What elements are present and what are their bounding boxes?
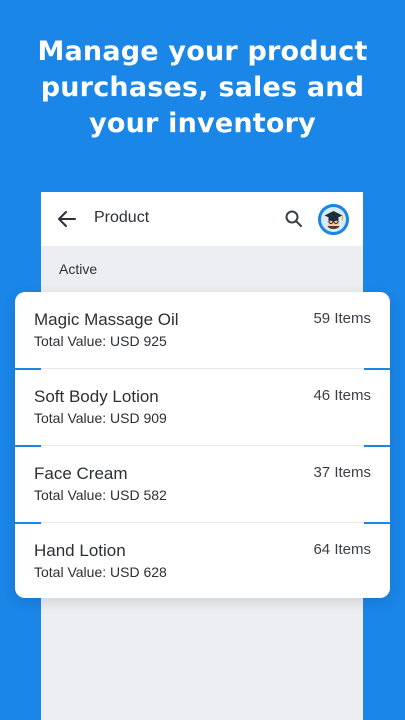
- arrow-left-icon: [58, 211, 76, 227]
- headline-line-2: purchases, sales and: [40, 72, 365, 103]
- headline-line-3: your inventory: [89, 108, 316, 139]
- row-accent-mark: [15, 522, 41, 524]
- product-name: Face Cream: [34, 464, 128, 483]
- product-item-count: 37 Items: [313, 464, 371, 481]
- product-name: Soft Body Lotion: [34, 387, 159, 406]
- list-item[interactable]: Face Cream Total Value: USD 582 37 Items: [15, 446, 390, 523]
- row-accent-mark: [15, 368, 41, 370]
- back-button[interactable]: [55, 207, 79, 231]
- headline-line-1: Manage your product: [37, 36, 368, 67]
- product-item-count: 64 Items: [313, 541, 371, 558]
- product-item-count: 46 Items: [313, 387, 371, 404]
- page-title: Product: [94, 209, 150, 226]
- row-accent-mark: [364, 445, 390, 447]
- section-label-active: Active: [59, 261, 98, 277]
- product-list: Magic Massage Oil Total Value: USD 925 5…: [15, 292, 390, 598]
- list-item[interactable]: Hand Lotion Total Value: USD 628 64 Item…: [15, 523, 390, 598]
- list-item[interactable]: Soft Body Lotion Total Value: USD 909 46…: [15, 369, 390, 446]
- product-total-value: Total Value: USD 909: [34, 410, 167, 426]
- product-item-count: 59 Items: [313, 310, 371, 327]
- search-button[interactable]: [283, 208, 305, 230]
- list-item[interactable]: Magic Massage Oil Total Value: USD 925 5…: [15, 292, 390, 369]
- product-total-value: Total Value: USD 582: [34, 487, 167, 503]
- row-accent-mark: [15, 445, 41, 447]
- product-name: Hand Lotion: [34, 541, 126, 560]
- avatar[interactable]: [318, 204, 349, 235]
- graduate-avatar-icon: [318, 204, 349, 235]
- row-accent-mark: [364, 368, 390, 370]
- product-total-value: Total Value: USD 628: [34, 564, 167, 580]
- promo-headline: Manage your product purchases, sales and…: [0, 34, 405, 142]
- product-total-value: Total Value: USD 925: [34, 333, 167, 349]
- app-bar: Product: [41, 192, 363, 246]
- row-accent-mark: [364, 522, 390, 524]
- product-name: Magic Massage Oil: [34, 310, 179, 329]
- search-icon: [285, 210, 302, 227]
